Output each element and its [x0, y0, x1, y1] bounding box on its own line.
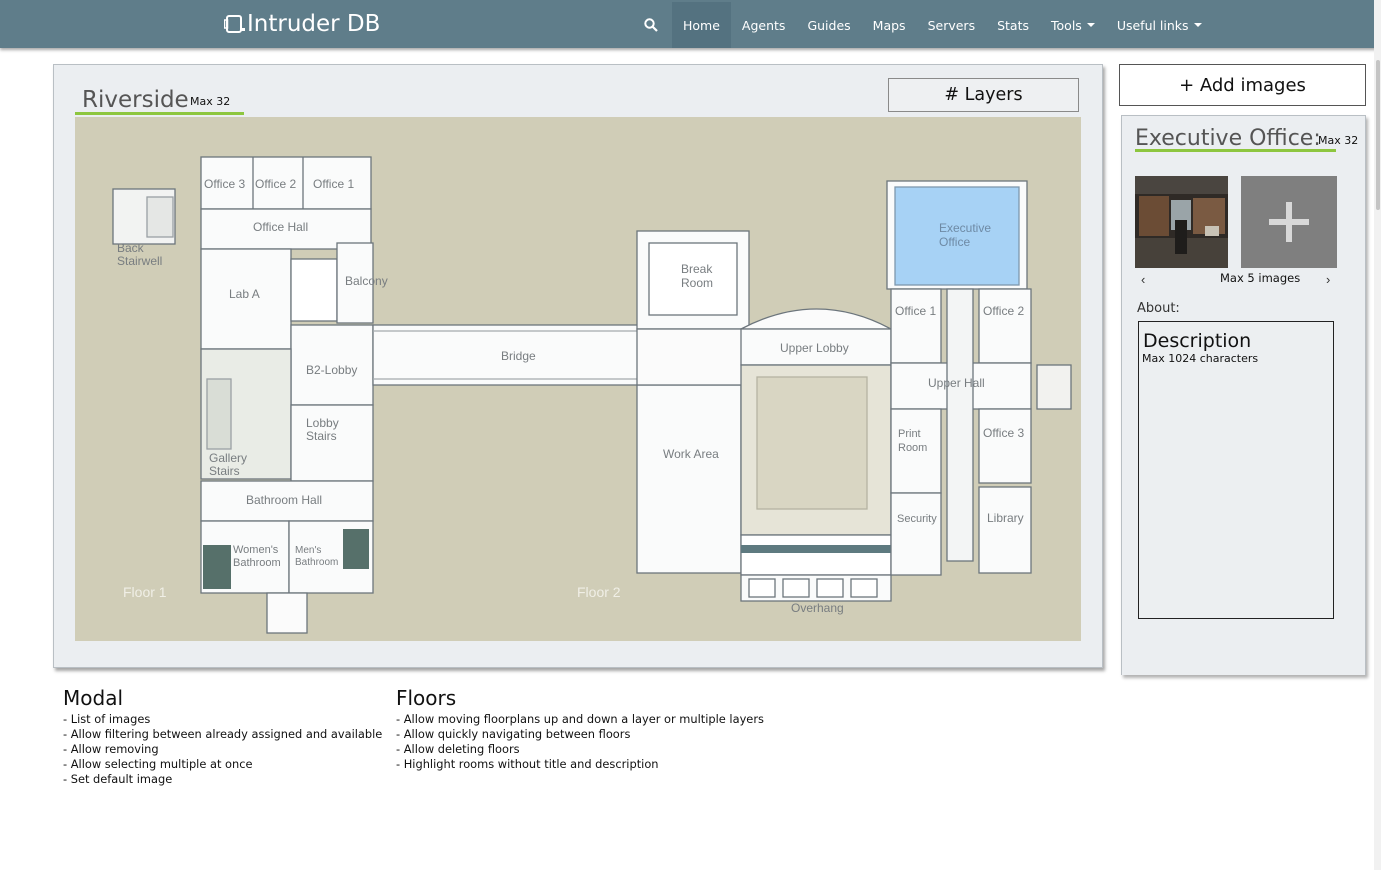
description-max-length: Max 1024 characters: [1142, 352, 1259, 365]
room-label[interactable]: Stairwell: [117, 254, 162, 268]
room-label[interactable]: Office 2: [255, 177, 296, 191]
floor-2-plan: [636, 180, 1072, 602]
map-title-max-length: Max 32: [190, 95, 231, 108]
list-item: - Allow deleting floors: [396, 742, 520, 756]
list-item: - Allow selecting multiple at once: [63, 757, 253, 771]
room-label[interactable]: Security: [897, 513, 937, 525]
room-image-thumbnail[interactable]: [1135, 176, 1228, 268]
room-label[interactable]: Stairs: [306, 429, 337, 443]
caret-down-icon: [1086, 23, 1095, 27]
room-label[interactable]: Women's: [233, 544, 279, 556]
list-item: - Set default image: [63, 772, 173, 786]
search-button[interactable]: [636, 2, 672, 48]
nav-servers-label: Servers: [927, 17, 976, 33]
room-title[interactable]: Executive Office:: [1135, 126, 1321, 151]
floorplan-image[interactable]: Floor 1 Floor 2 Office 3 Office 2 Office…: [75, 117, 1081, 641]
controller-icon: [224, 15, 245, 33]
room-label[interactable]: Bathroom: [233, 557, 281, 569]
map-title[interactable]: Riverside: [82, 87, 189, 113]
nav-guides[interactable]: Guides: [796, 2, 861, 48]
list-item: - Highlight rooms without title and desc…: [396, 757, 659, 771]
nav-useful-links-dropdown[interactable]: Useful links: [1106, 2, 1213, 48]
room-label[interactable]: Office 1: [313, 177, 354, 191]
layers-button[interactable]: # Layers: [888, 78, 1079, 112]
room-title-underline: [1135, 149, 1336, 152]
room-title-max-length: Max 32: [1318, 134, 1359, 147]
room-label[interactable]: Overhang: [791, 601, 844, 615]
list-item: - Allow moving floorplans up and down a …: [396, 712, 764, 726]
prev-image-arrow[interactable]: ‹: [1141, 272, 1145, 287]
room-label[interactable]: Office Hall: [253, 220, 308, 234]
nav-servers[interactable]: Servers: [917, 2, 987, 48]
room-label[interactable]: Executive: [939, 221, 991, 235]
room-label[interactable]: Bridge: [501, 349, 536, 363]
brand-logo[interactable]: Intruder DB: [224, 9, 380, 39]
search-icon: [644, 18, 658, 32]
plus-icon: [1269, 202, 1309, 242]
description-title: Description: [1143, 330, 1252, 352]
nav-stats-label: Stats: [997, 17, 1030, 33]
room-label[interactable]: Office 3: [204, 177, 245, 191]
modal-notes: Modal - List of images - Allow filtering…: [63, 686, 382, 787]
main-nav: Home Agents Guides Maps Servers Stats To…: [636, 2, 1213, 48]
max-images-label: Max 5 images: [1220, 271, 1301, 285]
next-image-arrow[interactable]: ›: [1326, 272, 1330, 287]
brand-name: Intruder DB: [247, 11, 381, 37]
room-label[interactable]: Back: [117, 241, 145, 255]
list-item: - Allow quickly navigating between floor…: [396, 727, 631, 741]
nav-home-label: Home: [683, 17, 720, 33]
nav-maps-label: Maps: [872, 17, 906, 33]
room-label[interactable]: Office 2: [983, 304, 1024, 318]
nav-stats[interactable]: Stats: [986, 2, 1040, 48]
list-item: - Allow removing: [63, 742, 159, 756]
room-label[interactable]: Lobby: [306, 416, 339, 430]
nav-maps[interactable]: Maps: [862, 2, 917, 48]
map-card: Riverside Max 32 # Layers Floor 1 Floor …: [53, 64, 1103, 668]
nav-agents-label: Agents: [741, 17, 786, 33]
modal-notes-title: Modal: [63, 686, 123, 710]
add-images-button[interactable]: + Add images: [1119, 64, 1366, 106]
list-item: - Allow filtering between already assign…: [63, 727, 383, 741]
about-label: About:: [1137, 301, 1180, 316]
room-label[interactable]: Office 1: [895, 304, 936, 318]
room-label[interactable]: Gallery: [209, 451, 247, 465]
room-label[interactable]: Bathroom Hall: [246, 493, 322, 507]
room-label[interactable]: Work Area: [663, 447, 719, 461]
room-label[interactable]: Stairs: [209, 464, 240, 478]
nav-guides-label: Guides: [807, 17, 851, 33]
room-label[interactable]: Print: [898, 428, 921, 440]
room-label[interactable]: Balcony: [345, 274, 388, 288]
room-label[interactable]: Break: [681, 262, 713, 276]
map-title-underline: [75, 112, 244, 115]
nav-tools-label: Tools: [1051, 17, 1082, 33]
room-label[interactable]: Office: [939, 235, 970, 249]
room-label[interactable]: B2-Lobby: [306, 363, 357, 377]
nav-agents[interactable]: Agents: [731, 2, 797, 48]
room-screenshot-image: [1135, 176, 1228, 268]
room-label[interactable]: Lab A: [229, 287, 260, 301]
room-label[interactable]: Office 3: [983, 426, 1024, 440]
floors-notes: Floors - Allow moving floorplans up and …: [396, 686, 764, 772]
page-scrollbar-thumb[interactable]: [1376, 60, 1380, 210]
room-label[interactable]: Upper Lobby: [780, 341, 849, 355]
nav-useful-links-label: Useful links: [1116, 17, 1189, 33]
room-label[interactable]: Upper Hall: [928, 376, 985, 390]
floors-notes-title: Floors: [396, 686, 457, 710]
room-details-panel: Executive Office: Max 32 ‹ Max 5 images …: [1121, 115, 1366, 675]
nav-home[interactable]: Home: [672, 2, 731, 48]
add-image-button[interactable]: [1241, 176, 1337, 268]
floor-1-label: Floor 1: [123, 584, 167, 600]
list-item: - List of images: [63, 712, 151, 726]
room-label[interactable]: Library: [987, 511, 1024, 525]
room-label[interactable]: Room: [681, 276, 713, 290]
top-navbar: Intruder DB Home Agents Guides Maps Serv…: [0, 0, 1381, 48]
caret-down-icon: [1193, 23, 1202, 27]
description-field[interactable]: Description Max 1024 characters: [1138, 321, 1334, 619]
floor-2-label: Floor 2: [577, 584, 621, 600]
room-label[interactable]: Room: [898, 442, 927, 454]
room-label[interactable]: Bathroom: [295, 557, 338, 568]
nav-tools-dropdown[interactable]: Tools: [1040, 2, 1106, 48]
room-label[interactable]: Men's: [295, 545, 321, 556]
